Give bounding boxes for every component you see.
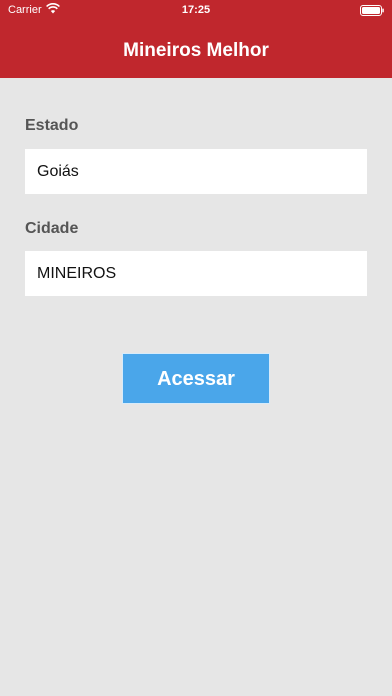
city-label: Cidade: [25, 220, 79, 237]
battery-icon: [360, 5, 384, 16]
status-time: 17:25: [181, 4, 211, 16]
access-button[interactable]: Acessar: [122, 353, 270, 404]
state-value: Goiás: [37, 163, 79, 180]
state-label: Estado: [25, 117, 79, 134]
app-header: Carrier 17:25 Mineiros Melhor: [0, 0, 392, 78]
city-field[interactable]: MINEIROS: [25, 251, 367, 296]
state-field[interactable]: Goiás: [25, 149, 367, 194]
page-title: Mineiros Melhor: [123, 40, 269, 61]
status-bar: Carrier 17:25: [0, 0, 392, 22]
city-value: MINEIROS: [37, 265, 117, 282]
